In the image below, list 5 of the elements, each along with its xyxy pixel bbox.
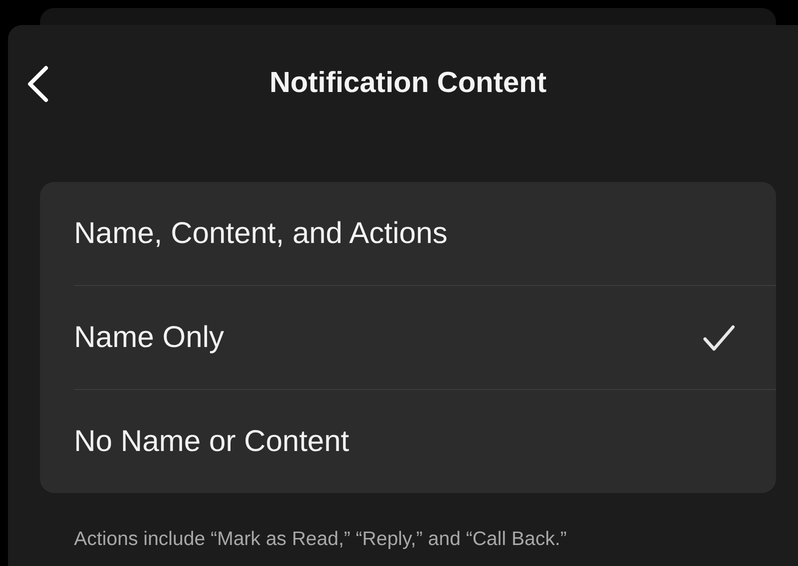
option-row[interactable]: Name Only <box>40 286 776 389</box>
option-row[interactable]: No Name or Content <box>40 390 776 493</box>
screen-title: Notification Content <box>268 67 548 100</box>
option-row[interactable]: Name, Content, and Actions <box>40 182 776 285</box>
footer-note: Actions include “Mark as Read,” “Reply,” and “Call Back.” <box>74 528 568 551</box>
